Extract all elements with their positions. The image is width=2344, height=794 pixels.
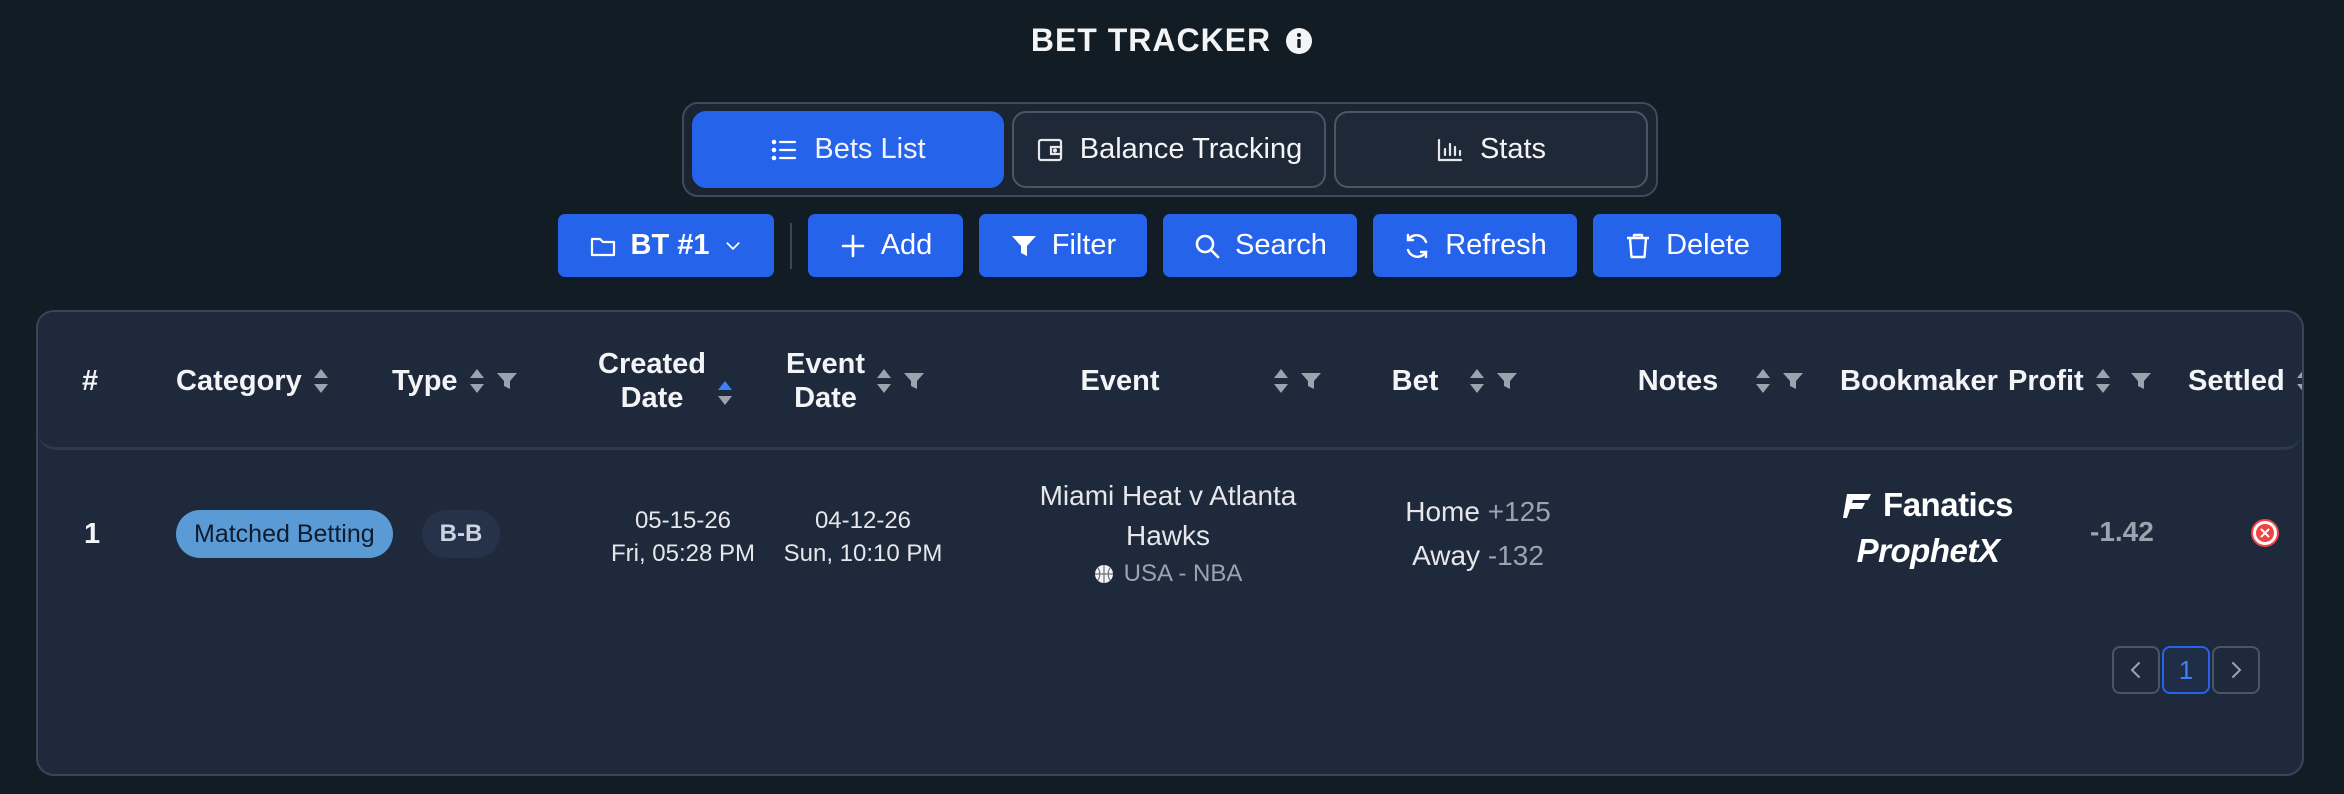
add-label: Add <box>880 229 933 261</box>
sort-icon[interactable] <box>468 365 486 397</box>
tab-balance-tracking[interactable]: Balance Tracking <box>1012 111 1326 188</box>
pagination: 1 <box>2112 646 2260 694</box>
chevron-left-icon <box>2130 662 2140 678</box>
page-button-current[interactable]: 1 <box>2162 646 2210 694</box>
table-header: # Category Type Created Date Event Date Ev… <box>38 312 2302 450</box>
refresh-label: Refresh <box>1445 229 1547 261</box>
trash-icon <box>1627 233 1650 258</box>
col-num: # <box>82 365 99 397</box>
event-league: USA - NBA <box>998 560 1338 588</box>
col-type[interactable]: Type <box>392 312 518 450</box>
created-date: 05-15-26 <box>634 507 732 534</box>
view-tabs: Bets List Balance Tracking Stats <box>682 102 1658 197</box>
refresh-icon <box>1407 233 1428 258</box>
filter-icon[interactable] <box>496 370 518 392</box>
filter-icon[interactable] <box>2130 370 2152 392</box>
search-label: Search <box>1235 229 1327 261</box>
sort-icon[interactable] <box>2295 365 2304 397</box>
search-button[interactable]: Search <box>1163 214 1357 277</box>
event-cell: Miami Heat v Atlanta Hawks USA - NBA <box>998 476 1338 588</box>
add-button[interactable]: Add <box>808 214 963 277</box>
filter-label: Filter <box>1051 229 1117 261</box>
sort-icon[interactable] <box>312 365 330 397</box>
created-time: Fri, 05:28 PM <box>610 540 756 567</box>
event-name: Miami Heat v Atlanta Hawks <box>1039 480 1297 551</box>
toolbar: BT #1 Add Filter Search Refresh Delete <box>558 214 1781 277</box>
col-profit[interactable]: Profit <box>2008 312 2152 450</box>
tracker-select-button[interactable]: BT #1 <box>558 214 774 277</box>
next-page-button[interactable] <box>2212 646 2260 694</box>
col-notes[interactable]: Notes <box>1632 312 1804 450</box>
plus-icon <box>841 234 864 257</box>
delete-button[interactable]: Delete <box>1593 214 1781 277</box>
bet-away: Away -132 <box>1412 540 1544 571</box>
created-date-cell: 05-15-26 Fri, 05:28 PM <box>588 504 778 570</box>
filter-icon[interactable] <box>1300 370 1322 392</box>
page-title: BET TRACKER <box>1030 22 1272 58</box>
event-date-cell: 04-12-26 Sun, 10:10 PM <box>768 504 958 570</box>
col-event[interactable]: Event <box>1060 312 1322 450</box>
sort-icon[interactable] <box>2094 365 2112 397</box>
tab-label: Balance Tracking <box>1079 133 1303 165</box>
title-row: BET TRACKER <box>0 22 2344 59</box>
prophetx-logo: ProphetX <box>1856 532 2000 569</box>
bet-home: Home +125 <box>1405 496 1551 527</box>
col-bookmaker: Bookmaker <box>1840 365 1998 397</box>
col-created-date[interactable]: Created Date <box>598 312 734 450</box>
bet-cell: Home +125 Away -132 <box>1378 490 1578 578</box>
tab-label: Bets List <box>814 133 926 165</box>
search-icon <box>1195 234 1220 258</box>
filter-button[interactable]: Filter <box>979 214 1147 277</box>
type-badge: B-B <box>422 510 500 558</box>
filter-icon[interactable] <box>903 370 925 392</box>
row-number: 1 <box>84 518 101 550</box>
filter-icon[interactable] <box>1782 370 1804 392</box>
col-category[interactable]: Category <box>176 312 330 450</box>
delete-label: Delete <box>1666 229 1750 261</box>
event-date: 04-12-26 <box>814 507 912 534</box>
toolbar-divider <box>790 222 792 269</box>
bar-chart-icon <box>1437 138 1463 161</box>
bets-table: # Category Type Created Date Event Date Ev… <box>36 310 2304 776</box>
basketball-icon <box>1094 565 1113 583</box>
tab-bets-list[interactable]: Bets List <box>692 111 1004 188</box>
fanatics-mark-icon <box>1843 494 1872 518</box>
sort-icon-active[interactable] <box>716 377 734 409</box>
tab-stats[interactable]: Stats <box>1334 111 1648 188</box>
tab-label: Stats <box>1479 133 1547 165</box>
sort-icon[interactable] <box>1468 365 1486 397</box>
filter-icon <box>1011 235 1036 256</box>
col-event-date[interactable]: Event Date <box>786 312 925 450</box>
sort-icon[interactable] <box>875 365 893 397</box>
sort-icon[interactable] <box>1272 365 1290 397</box>
tracker-label: BT #1 <box>630 229 710 261</box>
refresh-button[interactable]: Refresh <box>1373 214 1577 277</box>
list-icon <box>772 139 797 160</box>
info-icon[interactable] <box>1285 27 1313 55</box>
event-time: Sun, 10:10 PM <box>783 540 943 567</box>
sort-icon[interactable] <box>1754 365 1772 397</box>
folder-icon <box>590 237 615 256</box>
profit-value: -1.42 <box>2090 516 2154 547</box>
col-bet[interactable]: Bet <box>1372 312 1518 450</box>
category-badge: Matched Betting <box>176 510 393 558</box>
filter-icon[interactable] <box>1496 370 1518 392</box>
bookmaker-cell: Fanatics ProphetX <box>1838 486 2018 570</box>
prev-page-button[interactable] <box>2112 646 2160 694</box>
unsettled-icon[interactable] <box>2250 518 2280 548</box>
chevron-right-icon <box>2232 662 2242 678</box>
fanatics-logo: Fanatics <box>1838 486 2018 524</box>
chevron-down-icon <box>726 241 741 250</box>
col-settled[interactable]: Settled <box>2188 312 2304 450</box>
wallet-icon <box>1037 138 1062 161</box>
